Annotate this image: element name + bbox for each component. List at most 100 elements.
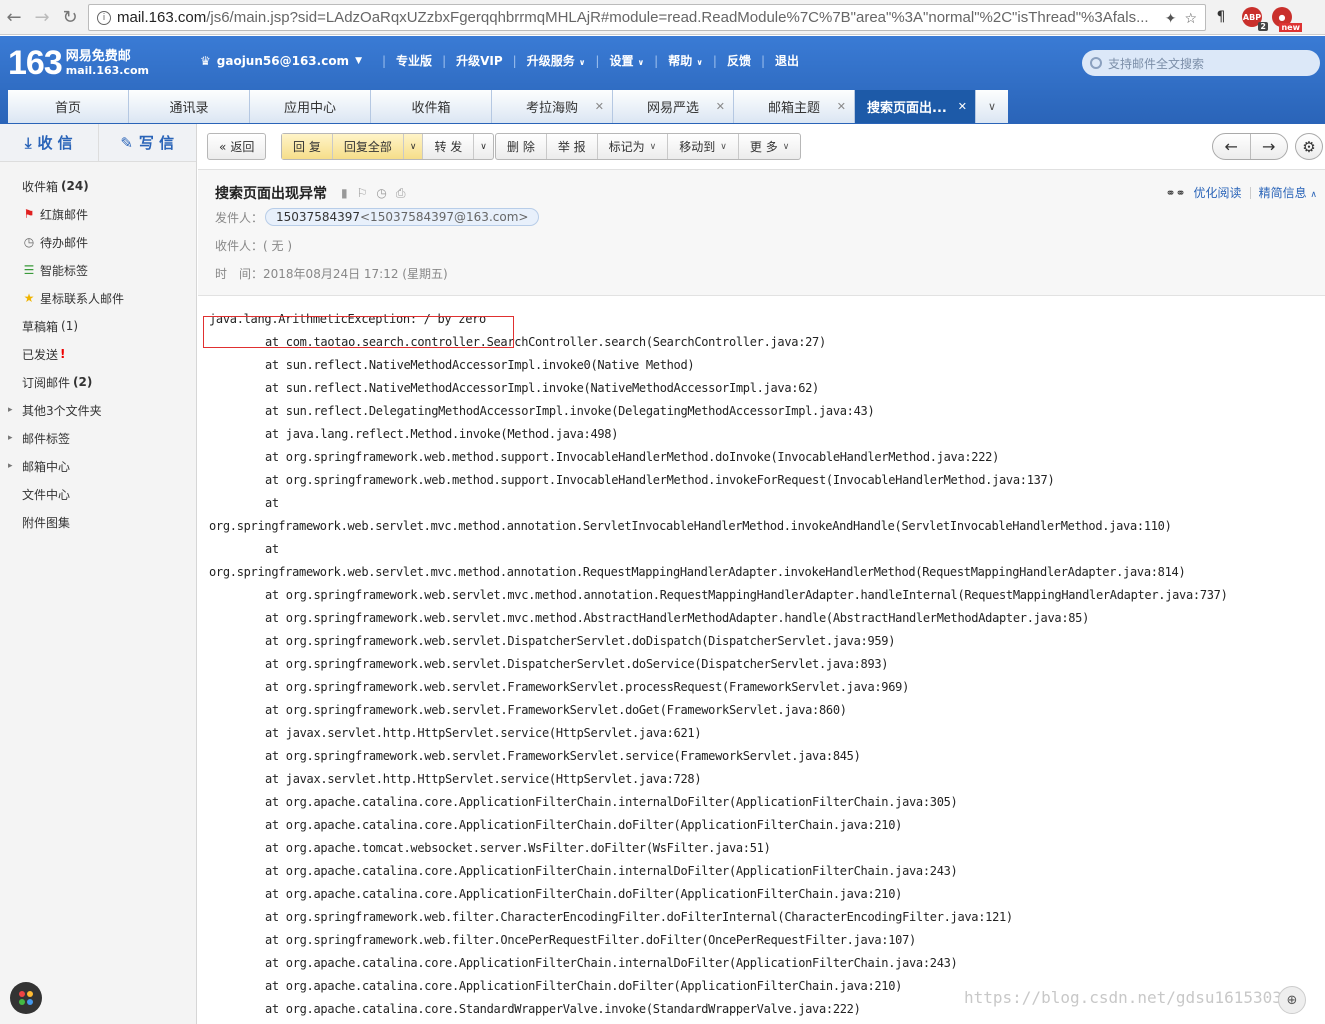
clock-icon[interactable]: ◷ — [376, 186, 386, 201]
crown-icon: ♛ — [200, 53, 211, 68]
zoom-magnifier-icon[interactable]: ⊕ — [1278, 986, 1306, 1014]
nav-settings-label: 设置 — [609, 54, 634, 68]
sidebar-item-mail-tags[interactable]: ▸ 邮件标签 — [0, 424, 196, 452]
info-icon[interactable]: i — [97, 10, 111, 25]
close-icon[interactable]: ✕ — [837, 100, 846, 113]
forward-button[interactable]: 转 发 — [422, 134, 473, 159]
double-chevron-left-icon: « — [219, 139, 227, 154]
back-button[interactable]: «返回 — [208, 134, 265, 159]
sidebar-item-smart-tags[interactable]: ☰ 智能标签 — [0, 256, 196, 284]
tab-inbox[interactable]: 收件箱 — [371, 90, 492, 123]
compose-button[interactable]: ✎ 写 信 — [97, 124, 197, 161]
brief-info-link[interactable]: 精简信息 ∧ — [1259, 184, 1317, 201]
top-nav: ♛ gaojun56@163.com ▼ | 专业版 | 升级VIP | 升级服… — [200, 52, 800, 69]
optimize-read-link[interactable]: 优化阅读 — [1194, 184, 1242, 201]
more-button[interactable]: 更 多 ∨ — [737, 134, 800, 159]
notification-extension-icon[interactable]: ● new — [1272, 7, 1302, 32]
logo-domain: mail.163.com — [65, 64, 150, 78]
tab-home[interactable]: 首页 — [8, 90, 129, 123]
nav-upgrade-service[interactable]: 升级服务 ∨ — [527, 52, 586, 69]
receive-button[interactable]: ⤓ 收 信 — [0, 124, 98, 161]
sidebar-item-mail-center[interactable]: ▸ 邮箱中心 — [0, 452, 196, 480]
tab-label: 邮箱主题 — [767, 101, 820, 116]
folder-label: 邮件标签 — [22, 431, 71, 446]
chevron-right-icon[interactable]: ▸ — [8, 433, 13, 443]
forward-arrow-icon[interactable]: → — [28, 3, 56, 31]
trace-line: at org.springframework.web.servlet.Dispa… — [265, 657, 889, 671]
report-button[interactable]: 举 报 — [545, 134, 597, 159]
back-arrow-icon[interactable]: ← — [0, 3, 28, 31]
sidebar-item-drafts[interactable]: 草稿箱 (1) — [0, 312, 196, 340]
reply-all-button[interactable]: 回复全部 — [331, 134, 403, 159]
brief-info-label: 精简信息 — [1258, 186, 1307, 200]
nav-help-label: 帮助 — [668, 54, 693, 68]
tab-contacts[interactable]: 通讯录 — [129, 90, 250, 123]
sidebar-item-starred-contacts[interactable]: ★ 星标联系人邮件 — [0, 284, 196, 312]
tab-label: 通讯录 — [169, 101, 209, 116]
fulltext-search-input[interactable]: 支持邮件全文搜索 — [1082, 50, 1320, 76]
action-group: 删 除 举 报 标记为 ∨ 移动到 ∨ 更 多 ∨ — [495, 133, 802, 160]
close-icon[interactable]: ✕ — [958, 100, 967, 113]
gear-icon[interactable]: ⚙ — [1295, 133, 1323, 160]
print-icon[interactable]: ⎙ — [396, 186, 406, 201]
chevron-down-icon: ∨ — [649, 141, 657, 152]
sidebar-item-subscriptions[interactable]: 订阅邮件 (2) — [0, 368, 196, 396]
sidebar-item-flagged[interactable]: ⚑ 红旗邮件 — [0, 200, 196, 228]
sender-pill[interactable]: 15037584397<15037584397@163.com> — [265, 208, 540, 226]
time-row: 时 间： 2018年08月24日 17:12 (星期五) — [215, 265, 448, 282]
glasses-icon: ⚭⚭ — [1165, 185, 1186, 200]
tab-more-dropdown[interactable]: ∨ — [976, 90, 1008, 123]
sidebar-item-sent[interactable]: 已发送! — [0, 340, 196, 368]
bookmark-icon[interactable]: ▮ — [341, 186, 348, 201]
forward-dropdown[interactable]: ∨ — [473, 134, 493, 159]
sidebar-item-file-center[interactable]: 文件中心 — [0, 480, 196, 508]
stack-trace: java.lang.ArithmeticException: / by zero… — [203, 308, 1228, 1021]
tab-kaola[interactable]: 考拉海购 ✕ — [492, 90, 613, 123]
nav-pro[interactable]: 专业版 — [396, 52, 432, 69]
chevron-right-icon[interactable]: ▸ — [8, 405, 13, 415]
mark-as-button[interactable]: 标记为 ∨ — [596, 134, 668, 159]
sidebar-item-attachment-gallery[interactable]: 附件图集 — [0, 508, 196, 536]
sidebar-item-inbox[interactable]: 收件箱 (24) — [0, 172, 196, 200]
tab-theme[interactable]: 邮箱主题 ✕ — [734, 90, 855, 123]
bookmark-star-icon[interactable]: ☆ — [1184, 11, 1197, 27]
user-email: gaojun56@163.com — [216, 53, 350, 68]
unread-count: (2) — [73, 375, 93, 389]
apps-grid-icon[interactable] — [10, 982, 42, 1014]
move-to-label: 移动到 — [679, 140, 716, 154]
tab-yanxuan[interactable]: 网易严选 ✕ — [613, 90, 734, 123]
tab-current-mail[interactable]: 搜索页面出... ✕ — [855, 90, 976, 123]
address-bar[interactable]: i mail.163.com/js6/main.jsp?sid=LAdzOaRq… — [88, 4, 1206, 31]
tab-app-center[interactable]: 应用中心 — [250, 90, 371, 123]
trace-line: at java.lang.reflect.Method.invoke(Metho… — [265, 427, 619, 441]
close-icon[interactable]: ✕ — [595, 100, 604, 113]
close-icon[interactable]: ✕ — [716, 100, 725, 113]
nav-feedback[interactable]: 反馈 — [727, 52, 751, 69]
back-group: «返回 — [207, 133, 267, 160]
nav-upgrade-vip[interactable]: 升级VIP — [456, 52, 503, 69]
move-to-button[interactable]: 移动到 ∨ — [667, 134, 738, 159]
reply-button[interactable]: 回 复 — [282, 134, 332, 159]
flag-icon[interactable]: ⚐ — [357, 186, 368, 201]
trace-line: at — [265, 542, 279, 556]
sidebar-item-todo[interactable]: ◷ 待办邮件 — [0, 228, 196, 256]
logo[interactable]: 163 网易免费邮 mail.163.com — [8, 46, 149, 80]
unread-count: (24) — [61, 179, 89, 193]
user-menu[interactable]: ♛ gaojun56@163.com ▼ — [200, 54, 362, 68]
nav-settings[interactable]: 设置 ∨ — [609, 52, 644, 69]
sidebar-item-other-folders[interactable]: ▸ 其他3个文件夹 — [0, 396, 196, 424]
next-mail-arrow-icon[interactable]: → — [1249, 134, 1288, 159]
reply-dropdown[interactable]: ∨ — [402, 134, 423, 159]
nav-logout[interactable]: 退出 — [775, 52, 799, 69]
chevron-right-icon[interactable]: ▸ — [8, 461, 13, 471]
url-host: mail.163.com — [117, 9, 207, 26]
delete-button[interactable]: 删 除 — [496, 134, 546, 159]
previous-mail-arrow-icon[interactable]: ← — [1213, 134, 1250, 159]
nav-help[interactable]: 帮助 ∨ — [668, 52, 703, 69]
reload-icon[interactable]: ↻ — [56, 3, 84, 31]
adblock-extension-icon[interactable]: ABP 2 — [1242, 7, 1268, 31]
folder-label: 星标联系人邮件 — [40, 291, 125, 306]
paragraph-extension-icon[interactable]: ¶ — [1210, 6, 1232, 28]
extension-puzzle-icon[interactable]: ✦ — [1165, 11, 1177, 27]
trace-line: at org.apache.catalina.core.ApplicationF… — [265, 956, 958, 970]
